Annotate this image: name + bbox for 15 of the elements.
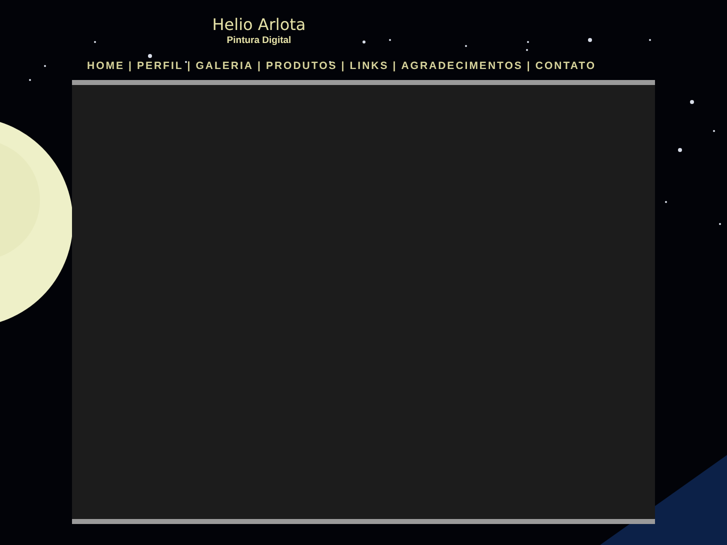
nav-separator: | xyxy=(341,59,346,73)
nav-separator: | xyxy=(258,59,262,73)
site-title: Helio Arlota xyxy=(212,15,306,35)
nav-separator: | xyxy=(187,59,192,73)
nav-link[interactable]: AGRADECIMENTOS xyxy=(401,59,523,73)
nav-separator: | xyxy=(392,59,398,73)
nav-link[interactable]: GALERIA xyxy=(196,59,254,73)
nav-separator: | xyxy=(128,59,133,73)
nav-link[interactable]: CONTATO xyxy=(535,59,596,73)
nav-link[interactable]: PERFIL xyxy=(136,59,184,73)
nav-separator: | xyxy=(526,59,532,73)
site-subtitle: Pintura Digital xyxy=(226,35,292,47)
nav-link[interactable]: PRODUTOS xyxy=(266,59,338,73)
nav-link[interactable]: HOME xyxy=(87,59,124,73)
nav-link[interactable]: LINKS xyxy=(350,59,389,73)
